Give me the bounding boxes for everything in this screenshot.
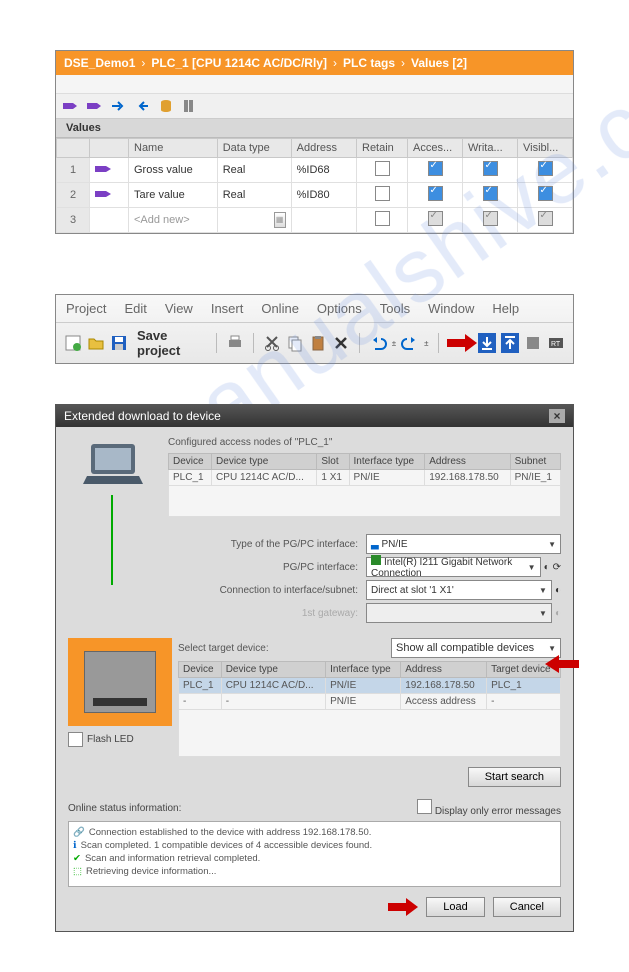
gateway-select: ▼ xyxy=(366,603,552,623)
target-devices-table: DeviceDevice typeInterface typeAddressTa… xyxy=(178,661,561,757)
paste-icon[interactable] xyxy=(309,333,327,353)
connection-line xyxy=(111,495,113,585)
tag-toolbar xyxy=(56,94,573,119)
spacer xyxy=(56,75,573,94)
undo-icon[interactable] xyxy=(369,333,387,353)
table-row[interactable]: PLC_1CPU 1214C AC/D...PN/IE192.168.178.5… xyxy=(179,678,561,694)
save-project-label[interactable]: Save project xyxy=(137,328,203,358)
menu-help[interactable]: Help xyxy=(492,301,519,316)
config-icon[interactable]: ◐ xyxy=(555,585,561,596)
cut-icon[interactable] xyxy=(263,333,281,353)
plc-tags-panel: DSE_Demo1›PLC_1 [CPU 1214C AC/DC/Rly]›PL… xyxy=(55,50,574,234)
pointer-arrow-icon xyxy=(545,655,579,673)
start-search-button[interactable]: Start search xyxy=(468,767,561,787)
menu-options[interactable]: Options xyxy=(317,301,362,316)
dialog-title: Extended download to device xyxy=(64,409,221,423)
menu-insert[interactable]: Insert xyxy=(211,301,244,316)
writable-checkbox[interactable] xyxy=(483,186,498,201)
svg-text:RT: RT xyxy=(551,341,561,348)
download-dialog: Extended download to device × Configured… xyxy=(55,404,574,932)
download-icon[interactable] xyxy=(478,333,496,353)
visible-checkbox[interactable] xyxy=(538,186,553,201)
menu-edit[interactable]: Edit xyxy=(124,301,146,316)
select-target-label: Select target device: xyxy=(178,643,269,654)
column-icon[interactable] xyxy=(182,98,198,114)
laptop-icon xyxy=(83,442,143,487)
menu-tools[interactable]: Tools xyxy=(380,301,410,316)
retain-checkbox[interactable] xyxy=(375,186,390,201)
pgpc-if-select[interactable]: Intel(R) I211 Gigabit Network Connection… xyxy=(366,557,541,577)
type-dropdown-icon[interactable]: ▦ xyxy=(274,212,286,228)
save-icon[interactable] xyxy=(110,333,128,353)
only-errors-checkbox[interactable] xyxy=(417,799,432,814)
section-title: Values xyxy=(56,119,573,138)
open-project-icon[interactable] xyxy=(87,333,105,353)
status-log: 🔗Connection established to the device wi… xyxy=(68,821,561,887)
pgpc-type-select[interactable]: ▃ PN/IE▼ xyxy=(366,534,561,554)
pointer-arrow-icon xyxy=(388,898,418,916)
menu-view[interactable]: View xyxy=(165,301,193,316)
plc-device-image xyxy=(68,638,172,726)
main-menubar: Project Edit View Insert Online Options … xyxy=(55,294,574,364)
delete-icon[interactable] xyxy=(332,333,350,353)
tags-table: NameData typeAddress RetainAcces...Writa… xyxy=(56,138,573,233)
close-icon[interactable]: × xyxy=(549,409,565,423)
config-icon[interactable]: ◐ xyxy=(544,562,550,573)
configured-nodes-table: DeviceDevice typeSlotInterface typeAddre… xyxy=(168,453,561,517)
rt-icon[interactable]: RT xyxy=(547,333,565,353)
db-icon[interactable] xyxy=(158,98,174,114)
visible-checkbox[interactable] xyxy=(538,161,553,176)
table-row[interactable]: 1 Gross valueReal%ID68 xyxy=(57,158,573,183)
print-icon[interactable] xyxy=(226,333,244,353)
new-project-icon[interactable] xyxy=(64,333,82,353)
access-checkbox[interactable] xyxy=(428,161,443,176)
cfg-nodes-label: Configured access nodes of "PLC_1" xyxy=(168,437,561,448)
upload-icon[interactable] xyxy=(501,333,519,353)
flash-led-checkbox[interactable] xyxy=(68,732,83,747)
add-new-row[interactable]: 3 <Add new> ▦ xyxy=(57,208,573,233)
table-row[interactable]: PLC_1CPU 1214C AC/D...1 X1PN/IE192.168.1… xyxy=(169,470,561,486)
menu-online[interactable]: Online xyxy=(261,301,299,316)
redo-icon[interactable] xyxy=(401,333,419,353)
compile-icon[interactable] xyxy=(524,333,542,353)
export-icon[interactable] xyxy=(110,98,126,114)
show-all-select[interactable]: Show all compatible devices▼ xyxy=(391,638,561,658)
refresh-icon[interactable]: ⟳ xyxy=(553,562,561,573)
conn-select[interactable]: Direct at slot '1 X1'▼ xyxy=(366,580,552,600)
import-icon[interactable] xyxy=(134,98,150,114)
pointer-arrow-icon xyxy=(447,334,473,352)
table-row[interactable]: --PN/IEAccess address- xyxy=(179,694,561,710)
menu-window[interactable]: Window xyxy=(428,301,474,316)
copy-icon[interactable] xyxy=(286,333,304,353)
writable-checkbox[interactable] xyxy=(483,161,498,176)
online-status-label: Online status information: xyxy=(68,803,181,814)
tag-icon[interactable] xyxy=(62,98,78,114)
access-checkbox[interactable] xyxy=(428,186,443,201)
tag-icon-2[interactable] xyxy=(86,98,102,114)
config-icon: ◐ xyxy=(555,608,561,619)
load-button[interactable]: Load xyxy=(426,897,484,917)
menu-project[interactable]: Project xyxy=(66,301,106,316)
table-row[interactable]: 2 Tare valueReal%ID80 xyxy=(57,183,573,208)
cancel-button[interactable]: Cancel xyxy=(493,897,561,917)
breadcrumb: DSE_Demo1›PLC_1 [CPU 1214C AC/DC/Rly]›PL… xyxy=(56,51,573,75)
retain-checkbox[interactable] xyxy=(375,161,390,176)
